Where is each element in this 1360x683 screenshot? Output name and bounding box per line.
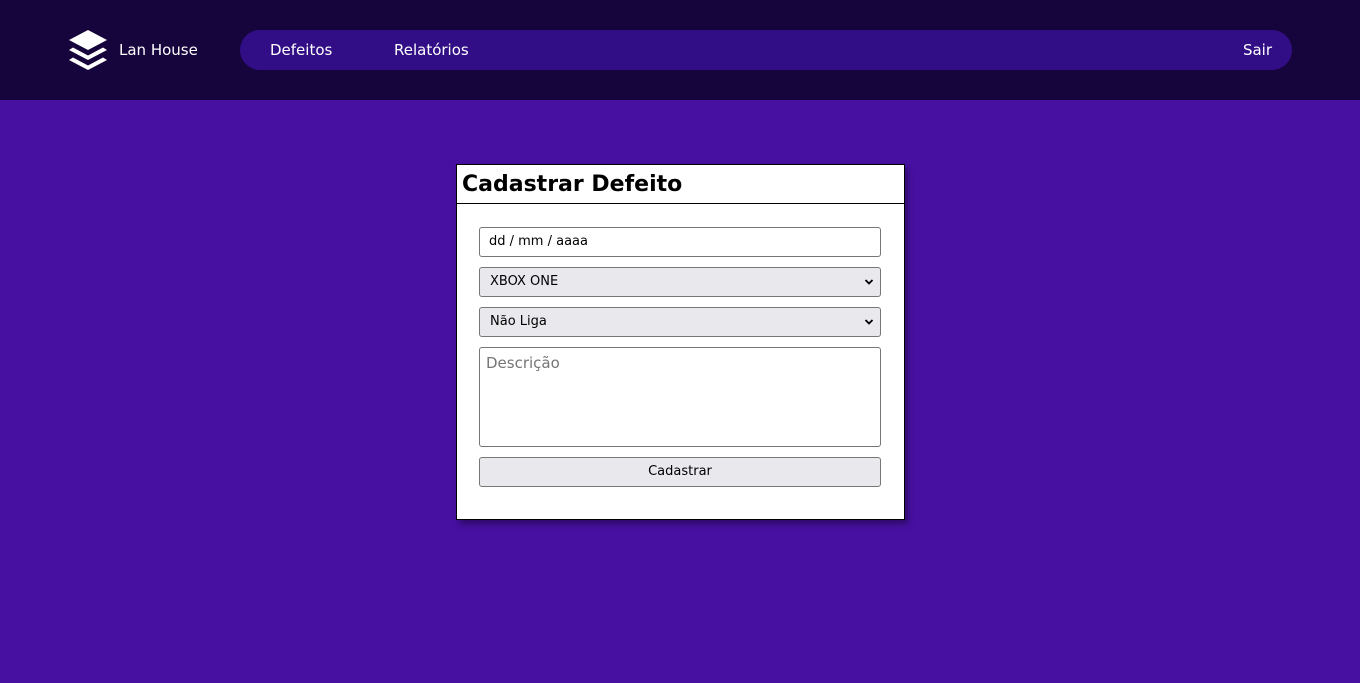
card-header: Cadastrar Defeito [457,165,904,204]
top-navbar: Lan House Defeitos Relatórios Sair [0,0,1360,100]
nav-bar: Defeitos Relatórios Sair [240,30,1292,70]
defect-type-select[interactable]: Não Liga [479,307,881,337]
date-input[interactable]: dd / mm / aaaa [479,227,881,257]
nav-link-sair[interactable]: Sair [1243,30,1272,70]
submit-button[interactable]: Cadastrar [479,457,881,487]
chevron-down-icon [864,279,874,285]
brand-name: Lan House [119,41,198,59]
defect-type-select-value: Não Liga [490,314,547,329]
page-title: Cadastrar Defeito [462,172,683,197]
brand[interactable]: Lan House [67,29,198,71]
register-defect-card: Cadastrar Defeito dd / mm / aaaa XBOX ON… [456,164,905,520]
console-select[interactable]: XBOX ONE [479,267,881,297]
nav-link-defeitos[interactable]: Defeitos [270,30,332,70]
description-textarea[interactable] [479,347,881,447]
nav-link-relatorios[interactable]: Relatórios [394,30,469,70]
stack-layers-icon [67,29,109,71]
console-select-value: XBOX ONE [490,274,559,289]
chevron-down-icon [864,319,874,325]
